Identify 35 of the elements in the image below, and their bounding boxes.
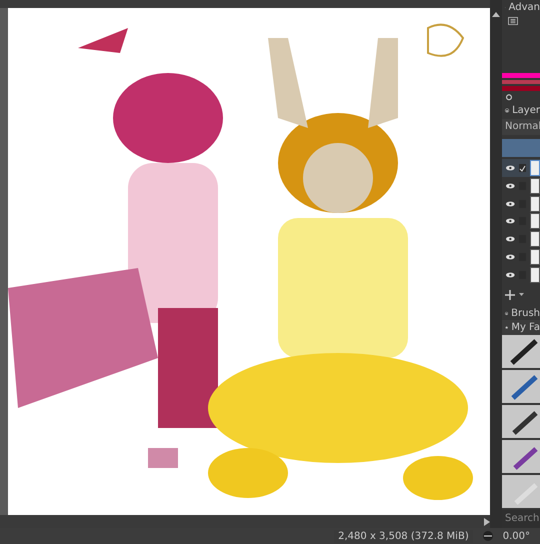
brush-preset[interactable] bbox=[502, 334, 540, 368]
refresh-icon[interactable] bbox=[505, 94, 513, 101]
search-field[interactable]: Search bbox=[502, 510, 540, 528]
brush-preset[interactable] bbox=[502, 440, 540, 473]
list-icon[interactable] bbox=[507, 16, 519, 25]
eye-icon[interactable] bbox=[506, 182, 515, 189]
rotation-icon[interactable] bbox=[480, 531, 495, 541]
color-swatch[interactable] bbox=[502, 80, 540, 84]
eye-icon[interactable] bbox=[506, 165, 515, 172]
eye-icon[interactable] bbox=[506, 254, 515, 260]
rotation-label: 0.00° bbox=[502, 530, 530, 542]
docker-title: Layer bbox=[512, 104, 540, 116]
blend-mode-dropdown[interactable]: Normal bbox=[502, 119, 540, 136]
scroll-up-icon[interactable] bbox=[492, 12, 500, 17]
caret-icon[interactable] bbox=[519, 293, 524, 296]
color-swatch[interactable] bbox=[502, 72, 540, 78]
plus-icon[interactable] bbox=[505, 290, 515, 300]
layer-thumbnail bbox=[530, 266, 540, 283]
layer-thumbnail bbox=[530, 249, 540, 266]
eye-icon[interactable] bbox=[506, 218, 515, 224]
color-swatch[interactable] bbox=[502, 86, 540, 92]
layer-row[interactable] bbox=[502, 159, 540, 177]
layer-thumbnail bbox=[530, 160, 540, 176]
layer-thumbnail bbox=[530, 213, 540, 230]
eye-icon[interactable] bbox=[506, 272, 515, 278]
layer-header-band bbox=[502, 139, 540, 158]
docker-title: Advan bbox=[508, 2, 540, 13]
eye-icon[interactable] bbox=[506, 236, 515, 242]
layer-thumbnail bbox=[530, 178, 540, 194]
layer-thumbnail bbox=[530, 196, 540, 212]
eye-icon[interactable] bbox=[506, 200, 515, 207]
layer-checkbox[interactable] bbox=[518, 164, 526, 172]
docker-title: Brush bbox=[511, 308, 540, 319]
layer-thumbnail bbox=[530, 231, 540, 248]
brush-preset[interactable] bbox=[502, 404, 540, 438]
